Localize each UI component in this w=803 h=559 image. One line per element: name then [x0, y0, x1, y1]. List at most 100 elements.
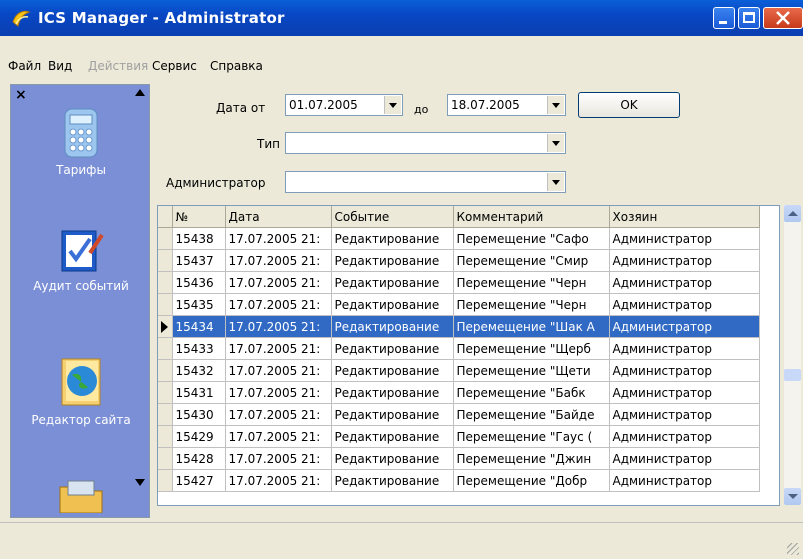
row-indicator[interactable]	[158, 359, 173, 382]
table-cell[interactable]: 15432	[172, 359, 226, 382]
table-cell[interactable]: Редактирование	[331, 293, 454, 316]
table-cell[interactable]: Администратор	[609, 227, 760, 250]
minimize-button[interactable]	[713, 7, 735, 29]
row-indicator[interactable]	[158, 469, 173, 492]
table-cell[interactable]: Администратор	[609, 403, 760, 426]
table-cell[interactable]: Администратор	[609, 469, 760, 492]
menu-actions[interactable]: Действия	[88, 59, 148, 73]
table-cell[interactable]: Редактирование	[331, 249, 454, 272]
menu-service[interactable]: Сервис	[152, 59, 197, 73]
chevron-down-icon[interactable]	[547, 134, 564, 152]
table-cell[interactable]: Перемещение "Щерб	[453, 337, 610, 360]
chevron-down-icon[interactable]	[547, 173, 564, 191]
table-row[interactable]: 15431 17.07.2005 21: Редактирование Перемещ…	[158, 381, 760, 404]
scroll-up-icon[interactable]	[135, 89, 145, 96]
table-cell[interactable]: 17.07.2005 21:	[225, 249, 332, 272]
table-cell[interactable]: 15438	[172, 227, 226, 250]
table-cell[interactable]: Администратор	[609, 359, 760, 382]
chevron-down-icon[interactable]	[384, 96, 401, 114]
table-cell[interactable]: Администратор	[609, 337, 760, 360]
row-indicator[interactable]	[158, 249, 173, 272]
table-cell[interactable]: 15428	[172, 447, 226, 470]
vertical-scrollbar[interactable]	[784, 205, 801, 505]
table-cell[interactable]: Перемещение "Добр	[453, 469, 610, 492]
column-header[interactable]: Дата	[225, 206, 332, 228]
table-cell[interactable]: 15435	[172, 293, 226, 316]
row-indicator[interactable]	[158, 315, 173, 338]
row-indicator[interactable]	[158, 425, 173, 448]
table-cell[interactable]: Редактирование	[331, 359, 454, 382]
table-cell[interactable]: Редактирование	[331, 425, 454, 448]
table-cell[interactable]: 17.07.2005 21:	[225, 271, 332, 294]
sidebar-item-tariffs[interactable]: Тарифы	[11, 107, 151, 177]
table-cell[interactable]: Администратор	[609, 381, 760, 404]
table-cell[interactable]: Редактирование	[331, 469, 454, 492]
table-cell[interactable]: Администратор	[609, 293, 760, 316]
table-cell[interactable]: 17.07.2005 21:	[225, 425, 332, 448]
table-cell[interactable]: 17.07.2005 21:	[225, 381, 332, 404]
column-header[interactable]: Хозяин	[609, 206, 760, 228]
admin-select[interactable]	[285, 171, 566, 193]
sidebar-item-site-editor[interactable]: Редактор сайта	[11, 355, 151, 427]
table-cell[interactable]: Перемещение "Гаус (	[453, 425, 610, 448]
date-to-picker[interactable]: 18.07.2005	[447, 94, 566, 116]
table-cell[interactable]: Перемещение "Шак А	[453, 315, 610, 338]
table-cell[interactable]: 17.07.2005 21:	[225, 337, 332, 360]
menu-file[interactable]: Файл	[8, 59, 41, 73]
table-row[interactable]: 15433 17.07.2005 21: Редактирование Перемещ…	[158, 337, 760, 360]
table-cell[interactable]: 15427	[172, 469, 226, 492]
table-cell[interactable]: Перемещение "Сафо	[453, 227, 610, 250]
table-cell[interactable]: Редактирование	[331, 381, 454, 404]
row-indicator[interactable]	[158, 293, 173, 316]
title-bar[interactable]: ICS Manager - Administrator	[0, 0, 803, 36]
table-cell[interactable]: 17.07.2005 21:	[225, 447, 332, 470]
row-indicator[interactable]	[158, 447, 173, 470]
column-header[interactable]: Комментарий	[453, 206, 610, 228]
table-cell[interactable]: 17.07.2005 21:	[225, 403, 332, 426]
table-row[interactable]: 15434 17.07.2005 21: Редактирование Перемещ…	[158, 315, 760, 338]
table-cell[interactable]: Перемещение "Джин	[453, 447, 610, 470]
table-cell[interactable]: 17.07.2005 21:	[225, 359, 332, 382]
table-cell[interactable]: Перемещение "Смир	[453, 249, 610, 272]
table-cell[interactable]: 15429	[172, 425, 226, 448]
scroll-up-button[interactable]	[784, 205, 801, 222]
ok-button[interactable]: OK	[578, 92, 680, 118]
table-cell[interactable]: Редактирование	[331, 315, 454, 338]
close-button[interactable]	[763, 7, 803, 29]
table-row[interactable]: 15435 17.07.2005 21: Редактирование Перемещ…	[158, 293, 760, 316]
table-cell[interactable]: 15434	[172, 315, 226, 338]
row-indicator[interactable]	[158, 271, 173, 294]
table-cell[interactable]: Администратор	[609, 271, 760, 294]
table-row[interactable]: 15437 17.07.2005 21: Редактирование Перемещ…	[158, 249, 760, 272]
table-cell[interactable]: Редактирование	[331, 403, 454, 426]
table-cell[interactable]: Администратор	[609, 315, 760, 338]
events-grid[interactable]: № Дата Событие Комментарий Хозяин 15438 1…	[157, 205, 780, 506]
table-row[interactable]: 15436 17.07.2005 21: Редактирование Перемещ…	[158, 271, 760, 294]
type-select[interactable]	[285, 132, 566, 154]
row-indicator[interactable]	[158, 403, 173, 426]
table-cell[interactable]: Перемещение "Щети	[453, 359, 610, 382]
table-cell[interactable]: Администратор	[609, 447, 760, 470]
table-cell[interactable]: Редактирование	[331, 337, 454, 360]
menu-help[interactable]: Справка	[210, 59, 263, 73]
table-row[interactable]: 15428 17.07.2005 21: Редактирование Перемещ…	[158, 447, 760, 470]
table-row[interactable]: 15430 17.07.2005 21: Редактирование Перемещ…	[158, 403, 760, 426]
table-cell[interactable]: Редактирование	[331, 447, 454, 470]
row-indicator[interactable]	[158, 381, 173, 404]
table-cell[interactable]: Редактирование	[331, 227, 454, 250]
table-cell[interactable]: Редактирование	[331, 271, 454, 294]
table-cell[interactable]: 17.07.2005 21:	[225, 315, 332, 338]
menu-view[interactable]: Вид	[48, 59, 72, 73]
chevron-down-icon[interactable]	[547, 96, 564, 114]
row-indicator[interactable]	[158, 227, 173, 250]
table-cell[interactable]: Администратор	[609, 249, 760, 272]
table-row[interactable]: 15432 17.07.2005 21: Редактирование Перемещ…	[158, 359, 760, 382]
panel-close-icon[interactable]: ×	[15, 87, 27, 103]
table-row[interactable]: 15427 17.07.2005 21: Редактирование Перемещ…	[158, 469, 760, 492]
scroll-thumb[interactable]	[784, 369, 801, 381]
column-header[interactable]: Событие	[331, 206, 454, 228]
column-header[interactable]: №	[172, 206, 226, 228]
table-cell[interactable]: Администратор	[609, 425, 760, 448]
table-cell[interactable]: 17.07.2005 21:	[225, 293, 332, 316]
table-cell[interactable]: Перемещение "Байде	[453, 403, 610, 426]
